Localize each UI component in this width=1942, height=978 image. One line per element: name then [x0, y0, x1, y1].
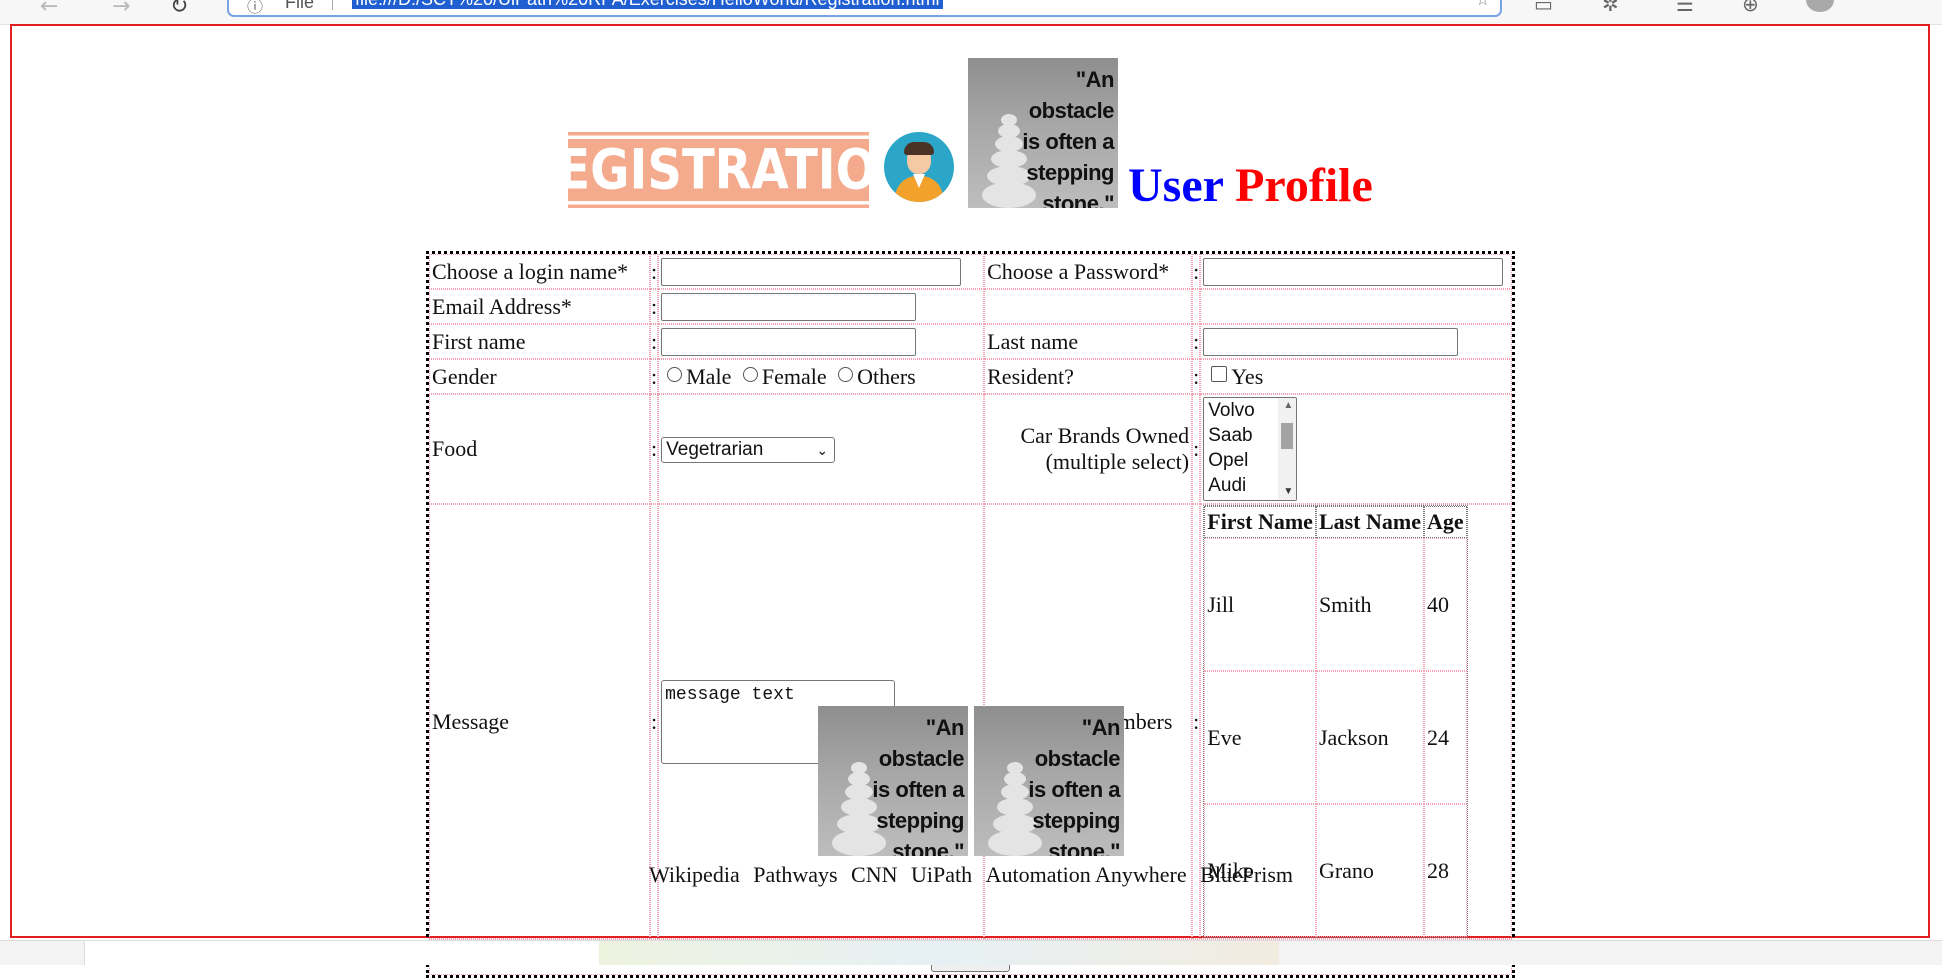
resident-checkbox[interactable]: [1211, 365, 1228, 382]
food-select[interactable]: Vegetrarian ⌄: [661, 436, 836, 463]
scroll-up-icon[interactable]: ▲: [1283, 400, 1293, 412]
quote-image: "An obstacle is often a stepping stone.": [974, 706, 1124, 856]
taskbar-strip: [0, 940, 1942, 965]
table-row: Eve Jackson 24: [1204, 671, 1467, 804]
resident-yes-label: Yes: [1231, 363, 1264, 389]
address-scheme-label: File: [285, 0, 315, 12]
car-brands-listbox[interactable]: Volvo Saab Opel Audi ▲ ▼: [1203, 397, 1298, 501]
gender-others-radio[interactable]: [838, 366, 854, 382]
resident-label: Resident?: [984, 359, 1193, 394]
email-input[interactable]: [661, 292, 917, 321]
message-value: message text: [665, 684, 795, 705]
quote-image: "An obstacle is often a stepping stone.": [968, 58, 1118, 208]
footer-links: Wikipedia Pathways CNN UiPath Automation…: [0, 862, 1942, 888]
page-title: User Profile: [1128, 160, 1373, 212]
team-header-last-name: Last Name: [1315, 506, 1424, 538]
first-name-input[interactable]: [661, 327, 917, 356]
collections-icon[interactable]: ▭: [1534, 0, 1553, 16]
listbox-scroll-thumb[interactable]: [1281, 423, 1294, 449]
table-row: Jill Smith 40: [1204, 538, 1467, 671]
link-pathways[interactable]: Pathways: [753, 862, 837, 887]
collections-add-icon[interactable]: ⊕: [1742, 0, 1759, 16]
taskbar-segment: [84, 941, 600, 965]
page-title-profile: Profile: [1235, 159, 1373, 212]
favorites-icon[interactable]: ☰: [1676, 0, 1694, 16]
address-url[interactable]: file:///D:/SCT%20/UiPath%20RPA/Exercises…: [352, 0, 943, 9]
login-name-label: Choose a login name*: [429, 254, 650, 289]
browser-toolbar: ← → ↻ ⓘ File file:///D:/SCT%20/UiPath%20…: [0, 0, 1942, 25]
profile-icon[interactable]: [1806, 0, 1834, 12]
quote-text: "An obstacle is often a stepping stone.": [1022, 67, 1114, 208]
link-wikipedia[interactable]: Wikipedia: [649, 862, 740, 887]
team-header-first-name: First Name: [1204, 506, 1316, 538]
login-name-input[interactable]: [661, 257, 962, 286]
gender-label: Gender: [429, 359, 650, 394]
scroll-down-icon[interactable]: ▼: [1283, 486, 1293, 498]
user-avatar-image: [884, 132, 954, 202]
gender-male-radio[interactable]: [667, 366, 683, 382]
address-divider: [332, 0, 333, 10]
password-label: Choose a Password*: [984, 254, 1193, 289]
car-brands-label: Car Brands Owned (multiple select): [984, 394, 1193, 504]
registration-banner-text: REGISTRATION: [518, 135, 919, 205]
link-blueprism[interactable]: BluePrism: [1200, 862, 1293, 887]
quote-text: "An obstacle is often a stepping stone.": [1028, 715, 1120, 856]
food-label: Food: [429, 394, 650, 504]
link-automation-anywhere[interactable]: Automation Anywhere: [986, 862, 1187, 887]
info-icon[interactable]: ⓘ: [247, 0, 263, 17]
gender-female-label: Female: [761, 363, 827, 389]
taskbar-segment: [599, 941, 1279, 965]
link-uipath[interactable]: UiPath: [911, 862, 972, 887]
quote-text: "An obstacle is often a stepping stone.": [872, 715, 964, 856]
quote-image: "An obstacle is often a stepping stone.": [818, 706, 968, 856]
link-cnn[interactable]: CNN: [851, 862, 897, 887]
chevron-down-icon: ⌄: [816, 441, 829, 458]
food-selected-value: Vegetrarian: [666, 438, 764, 460]
last-name-label: Last name: [984, 324, 1193, 359]
gender-female-radio[interactable]: [742, 366, 758, 382]
add-favorite-icon[interactable]: ☆: [1476, 0, 1490, 9]
first-name-label: First name: [429, 324, 650, 359]
email-label: Email Address*: [429, 289, 650, 324]
last-name-input[interactable]: [1203, 327, 1459, 356]
listbox-scrollbar[interactable]: [1278, 398, 1297, 500]
extensions-icon[interactable]: ✲: [1602, 0, 1619, 16]
gender-others-label: Others: [857, 363, 916, 389]
footer-images: "An obstacle is often a stepping stone."…: [818, 706, 1128, 856]
forward-icon[interactable]: →: [112, 0, 130, 19]
back-icon[interactable]: ←: [40, 0, 58, 19]
address-bar[interactable]: ⓘ File file:///D:/SCT%20/UiPath%20RPA/Ex…: [227, 0, 1502, 17]
password-input[interactable]: [1203, 257, 1504, 286]
gender-male-label: Male: [686, 363, 732, 389]
team-header-age: Age: [1423, 506, 1467, 538]
refresh-icon[interactable]: ↻: [170, 0, 188, 19]
registration-banner-image: REGISTRATION: [518, 132, 919, 208]
page-title-user: User: [1128, 159, 1224, 212]
